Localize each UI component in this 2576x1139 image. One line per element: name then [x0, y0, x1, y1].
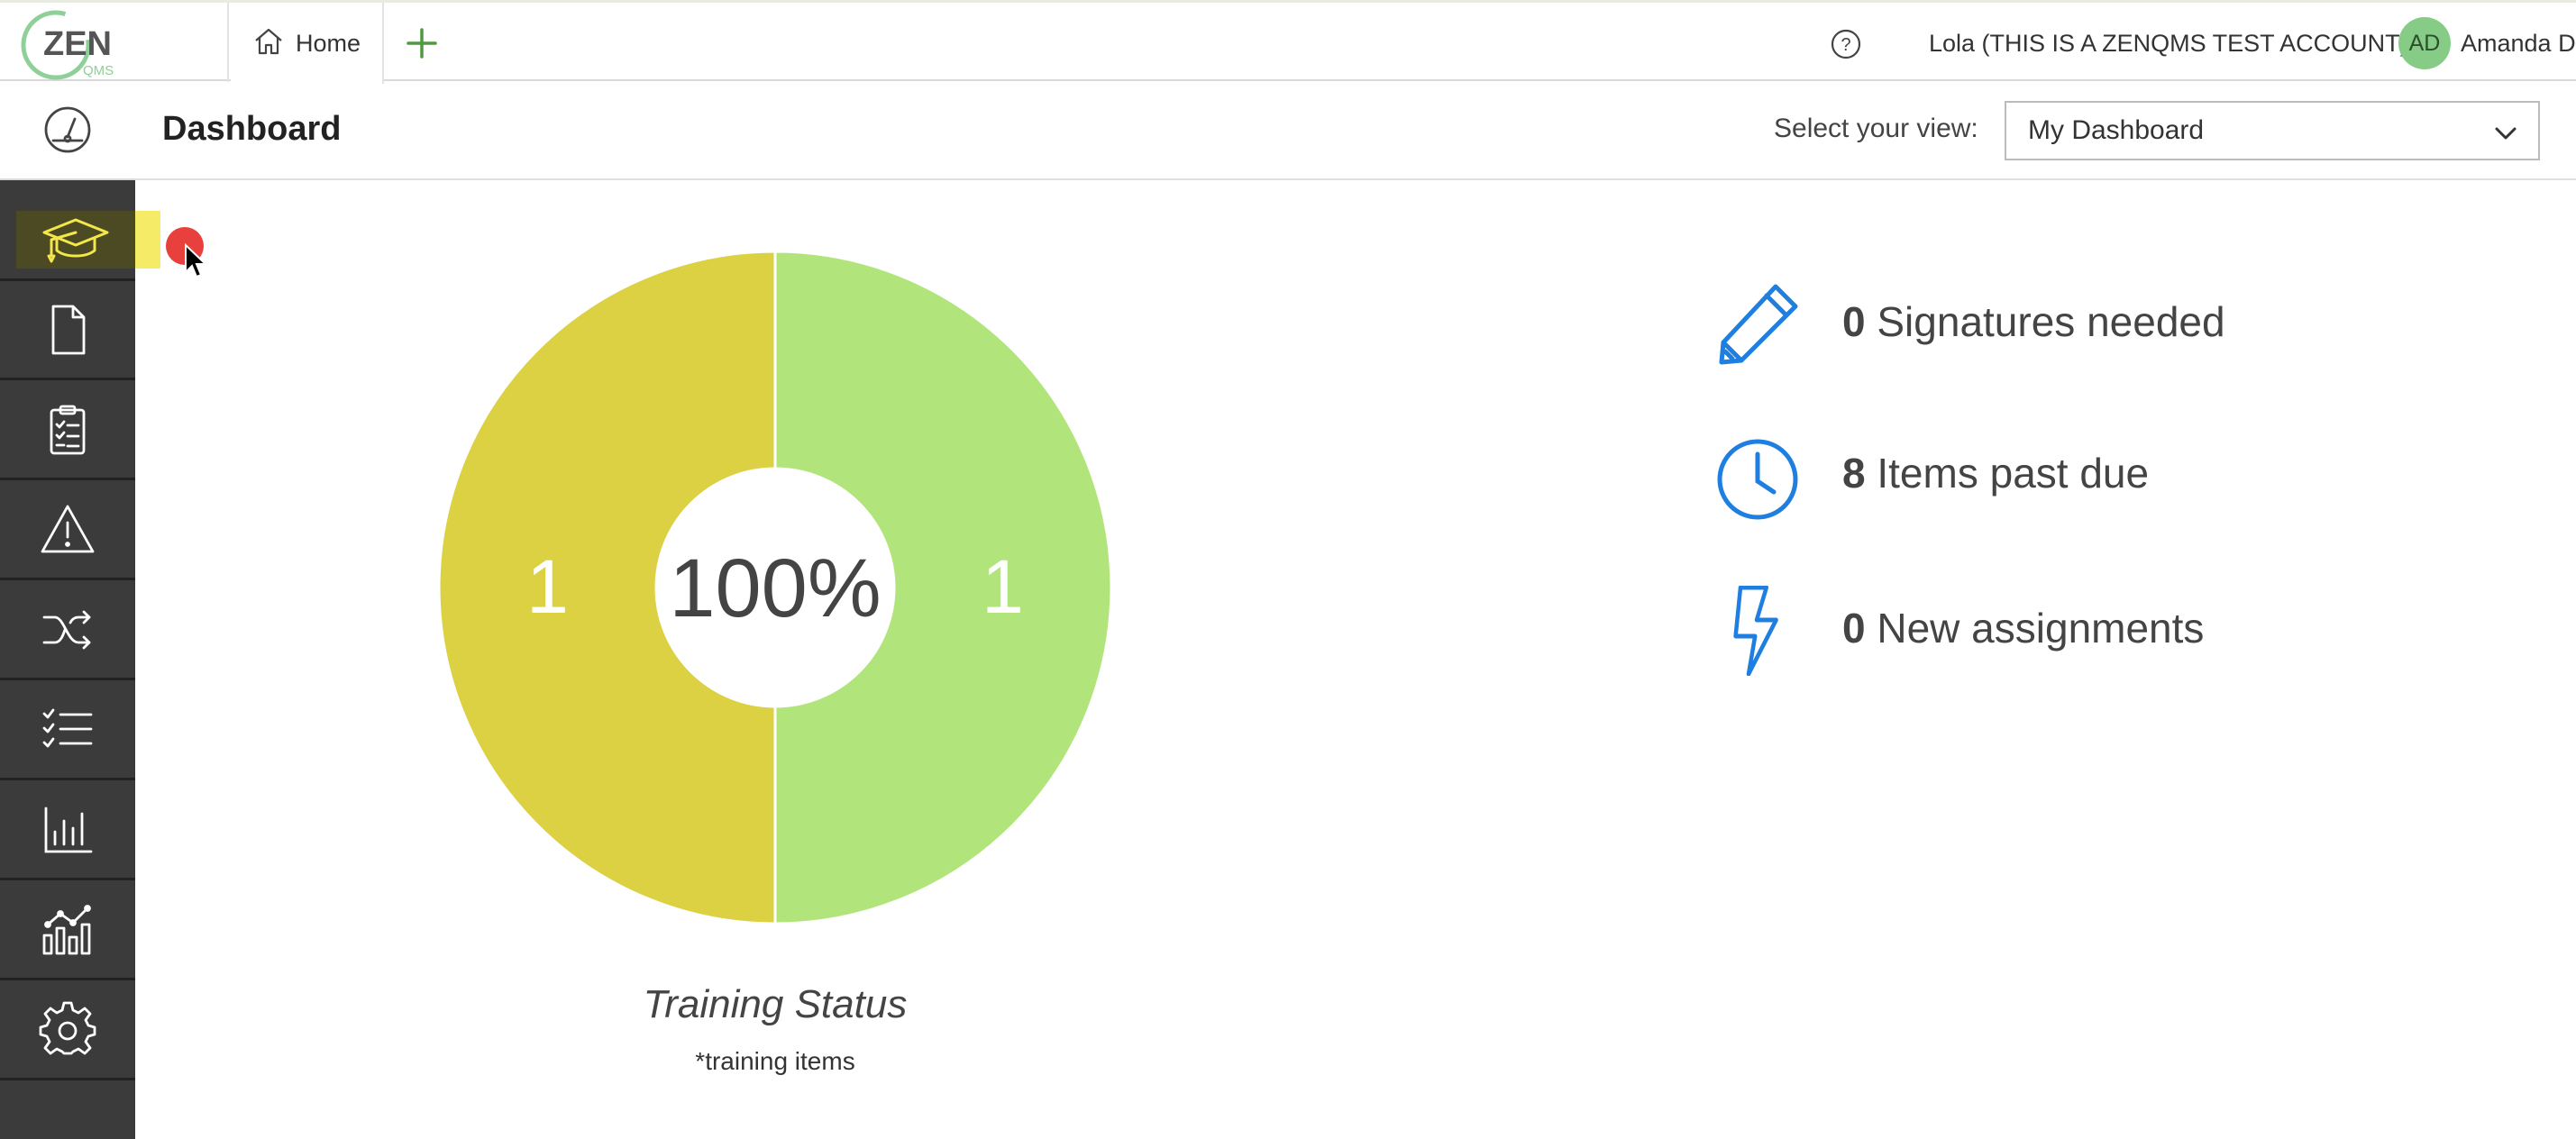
stat-new-assignments-count: 0: [1842, 605, 1866, 652]
account-name[interactable]: Lola (THIS IS A ZENQMS TEST ACCOUNT): [1929, 30, 2408, 58]
warning-triangle-icon: [41, 505, 95, 552]
view-select-value: My Dashboard: [2028, 115, 2205, 145]
sidebar-item-analytics[interactable]: [0, 881, 135, 980]
chart-subtitle: *training items: [695, 1047, 855, 1075]
clipboard-checklist-icon: [50, 405, 86, 454]
lightning-bolt-icon: [1733, 586, 1778, 676]
stat-new-assignments[interactable]: 0 New assignments: [1713, 577, 2434, 685]
stat-new-assignments-label: New assignments: [1877, 605, 2205, 652]
sidebar-item-audits[interactable]: [0, 381, 135, 480]
logo-text: ZEN: [43, 25, 112, 63]
sidebar-item-documents[interactable]: [0, 281, 135, 380]
sidebar-item-deviations[interactable]: [0, 481, 135, 580]
tab-home[interactable]: Home: [231, 3, 384, 84]
sidebar-item-settings[interactable]: [0, 981, 135, 1080]
sidebar-item-reports[interactable]: [0, 781, 135, 880]
document-icon: [51, 305, 86, 354]
tab-home-label: Home: [295, 29, 361, 57]
sidebar-training-icon-wrap[interactable]: [31, 211, 121, 269]
stat-past-due-label: Items past due: [1877, 450, 2150, 497]
svg-text:?: ?: [1841, 35, 1850, 55]
add-tab-button[interactable]: [403, 24, 441, 62]
avatar[interactable]: AD: [2398, 17, 2451, 69]
chart-title: Training Status: [643, 982, 908, 1026]
training-graduation-cap-icon: [42, 218, 109, 263]
mouse-cursor-icon: [185, 243, 207, 278]
view-select-dropdown[interactable]: My Dashboard: [2005, 101, 2540, 160]
stat-past-due[interactable]: 8 Items past due: [1713, 422, 2434, 530]
zenqms-logo[interactable]: ZEN QMS: [18, 8, 135, 82]
logo-divider: [227, 3, 229, 82]
chart-slice-label-0: 1: [526, 544, 569, 629]
sidebar-item-change-control[interactable]: [0, 581, 135, 680]
help-button[interactable]: ?: [1830, 28, 1862, 60]
chart-slice-label-1: 1: [982, 544, 1024, 629]
username[interactable]: Amanda D: [2461, 30, 2576, 58]
analytics-chart-icon: [42, 904, 91, 954]
sidebar-item-dashboard[interactable]: [0, 81, 135, 180]
dashboard-gauge-icon: [44, 106, 91, 153]
settings-gear-icon: [39, 1001, 96, 1054]
stat-signatures-label: Signatures needed: [1877, 298, 2225, 345]
top-bar: ZEN QMS Home ? Lola (THIS IS A ZENQMS TE…: [0, 0, 2576, 84]
plus-icon: [406, 28, 437, 59]
training-status-chart[interactable]: 1 1 100%: [433, 243, 1118, 937]
bar-chart-icon: [44, 806, 93, 852]
stat-signatures[interactable]: 0 Signatures needed: [1713, 270, 2434, 378]
chevron-down-icon: [2495, 127, 2517, 140]
view-select-label: Select your view:: [1774, 114, 1978, 143]
logo-sub: QMS: [83, 63, 114, 78]
checklist-icon: [42, 708, 93, 747]
sidebar-item-tasks[interactable]: [0, 681, 135, 780]
stat-signatures-count: 0: [1842, 298, 1866, 345]
home-icon: [252, 25, 285, 62]
header-divider: [135, 178, 2576, 180]
clock-icon: [1717, 439, 1798, 520]
shuffle-icon: [42, 610, 91, 649]
chart-center-label: 100%: [669, 542, 881, 634]
pencil-icon: [1719, 284, 1798, 365]
page-title: Dashboard: [162, 110, 342, 148]
question-icon: ?: [1831, 29, 1861, 59]
stat-past-due-count: 8: [1842, 450, 1866, 497]
